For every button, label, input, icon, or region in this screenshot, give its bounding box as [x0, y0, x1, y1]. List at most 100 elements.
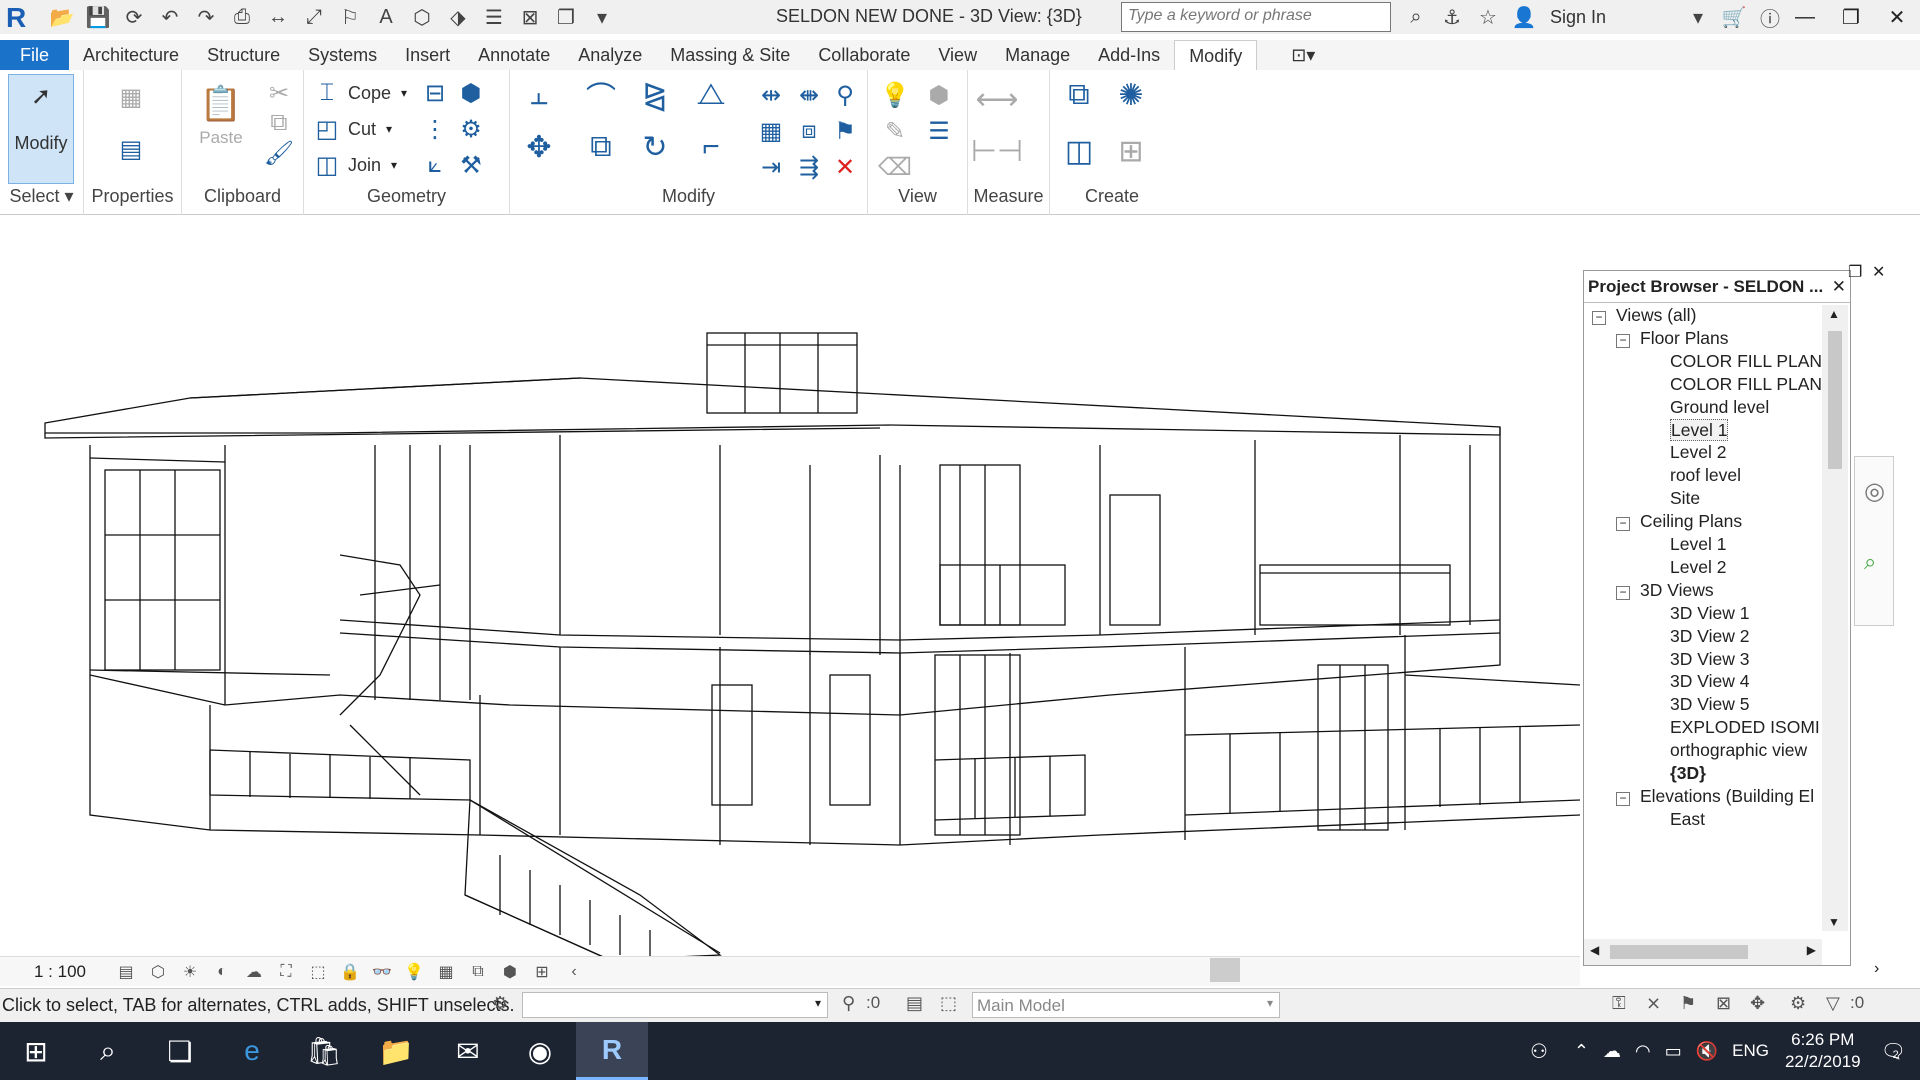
tree-view-node[interactable]: 3D View 3	[1670, 649, 1749, 670]
mirror-axis-icon[interactable]: ⧎	[638, 79, 672, 112]
tree-view-node[interactable]: Site	[1670, 488, 1700, 509]
scroll-thumb[interactable]	[1828, 331, 1842, 469]
move-icon[interactable]: ✥	[522, 131, 556, 164]
subscription-icon[interactable]: ⚓	[1438, 3, 1466, 31]
rotate-icon[interactable]: ↻	[638, 131, 672, 164]
beam-join-icon[interactable]: ⟀	[418, 150, 452, 180]
detail-level-icon[interactable]: ▤	[112, 960, 140, 984]
lock-3d-icon[interactable]: 🔒	[336, 960, 364, 984]
delete-icon[interactable]: ✕	[828, 152, 862, 182]
customize-dropdown-icon[interactable]: ▾	[588, 3, 616, 31]
sun-path-icon[interactable]: ☀	[176, 960, 204, 984]
tab-architecture[interactable]: Architecture	[69, 40, 193, 70]
project-browser-vscrollbar[interactable]: ▲ ▼	[1822, 305, 1848, 931]
close-button[interactable]: ✕	[1874, 0, 1920, 34]
worksharing-display-icon[interactable]: ▦	[432, 960, 460, 984]
building-3d-wireframe[interactable]	[0, 255, 1580, 960]
match-properties-icon[interactable]: 🖌	[262, 138, 296, 168]
battery-icon[interactable]: ▭	[1665, 1041, 1682, 1062]
revit-logo[interactable]: R	[6, 2, 26, 34]
scroll-right-icon[interactable]: ▶	[1807, 943, 1816, 957]
crop-view-icon[interactable]: ⛶	[272, 960, 300, 984]
type-properties-icon[interactable]: ▦	[114, 82, 148, 112]
open-icon[interactable]: 📂	[48, 3, 76, 31]
measure-icon[interactable]: ↔	[264, 3, 292, 31]
file-explorer-icon[interactable]: 📁	[360, 1022, 432, 1080]
tree-view-node[interactable]: Level 1	[1670, 418, 1729, 441]
tray-expand-icon[interactable]: ⌃	[1574, 1041, 1589, 1062]
array-icon[interactable]: ▦	[754, 116, 788, 146]
trim-single-icon[interactable]: ⇥	[754, 152, 788, 182]
section-icon[interactable]: ⬗	[444, 3, 472, 31]
tab-view[interactable]: View	[924, 40, 991, 70]
select-underlay-icon[interactable]: ⨯	[1646, 993, 1661, 1014]
binoculars-icon[interactable]: ⌕	[1402, 3, 1430, 31]
favorites-star-icon[interactable]: ☆	[1474, 3, 1502, 31]
create-assembly-icon[interactable]: ⧉	[1062, 78, 1096, 111]
tree-group-node[interactable]: − Views (all)	[1592, 305, 1696, 326]
aligned-dimension-icon[interactable]: ⊢⊣	[971, 135, 1023, 168]
select-links-icon[interactable]: ⚿	[1612, 993, 1626, 1014]
hscroll-thumb[interactable]	[1610, 945, 1748, 959]
edge-browser-icon[interactable]: e	[216, 1022, 288, 1080]
collapse-node-icon[interactable]: −	[1616, 791, 1630, 806]
cart-icon[interactable]: 🛒	[1720, 3, 1748, 31]
canvas-hscroll-thumb[interactable]	[1210, 958, 1240, 982]
people-icon[interactable]: ⚇	[1530, 1039, 1548, 1064]
paint-icon[interactable]: ⬢	[454, 78, 488, 108]
drawing-canvas[interactable]	[0, 255, 1580, 960]
dimension-icon[interactable]: ⤢	[300, 3, 328, 31]
tree-group-node[interactable]: − Elevations (Building El	[1616, 786, 1814, 807]
task-view-icon[interactable]: ❏	[144, 1022, 216, 1080]
drag-elements-icon[interactable]: ✥	[1750, 993, 1765, 1014]
create-group-icon[interactable]: ⊞	[1114, 135, 1148, 168]
shadows-icon[interactable]: ◐	[208, 960, 236, 984]
copy-element-icon[interactable]: ⧉	[584, 130, 618, 163]
properties-icon[interactable]: ▤	[114, 134, 148, 164]
close-view-icon[interactable]: ✕	[1872, 262, 1885, 282]
collapse-node-icon[interactable]: −	[1616, 585, 1630, 600]
hide-bulb-icon[interactable]: 💡	[878, 80, 912, 110]
tree-view-node[interactable]: 3D View 2	[1670, 626, 1749, 647]
temp-hide-icon[interactable]: 👓	[368, 960, 396, 984]
notifications-icon[interactable]: 🗨 2	[1881, 1039, 1906, 1064]
modify-button[interactable]: ➚ Modify	[8, 74, 74, 184]
tree-view-node[interactable]: Level 2	[1670, 557, 1726, 578]
collapse-node-icon[interactable]: −	[1592, 311, 1606, 325]
tree-view-node[interactable]: COLOR FILL PLAN	[1670, 351, 1822, 372]
exclude-options-icon[interactable]: ⬚	[940, 993, 957, 1014]
show-crop-icon[interactable]: ⬚	[304, 960, 332, 984]
tree-group-node[interactable]: − Ceiling Plans	[1616, 511, 1742, 532]
tree-view-node[interactable]: East	[1670, 809, 1705, 830]
view-scale[interactable]: 1 : 100	[34, 962, 86, 982]
select-panel-label[interactable]: Select ▾	[0, 186, 83, 207]
mirror-draw-icon[interactable]: ⧍	[694, 78, 728, 111]
tree-view-node[interactable]: Level 1	[1670, 534, 1726, 555]
start-windows-icon[interactable]: ⊞	[0, 1022, 72, 1080]
user-icon[interactable]: 👤	[1510, 3, 1538, 31]
mail-icon[interactable]: ✉	[432, 1022, 504, 1080]
background-processes-icon[interactable]: ⚙	[1790, 993, 1806, 1014]
cut-button[interactable]: ◰ Cut ▾	[310, 114, 392, 144]
tab-massing-site[interactable]: Massing & Site	[656, 40, 804, 70]
wifi-icon[interactable]: ◠	[1635, 1041, 1651, 1062]
scroll-down-icon[interactable]: ▼	[1828, 915, 1840, 929]
render-icon[interactable]: ☁	[240, 960, 268, 984]
onedrive-icon[interactable]: ☁	[1603, 1041, 1621, 1062]
collapse-bar-icon[interactable]: ‹	[560, 960, 588, 984]
clock[interactable]: 6:26 PM 22/2/2019	[1785, 1029, 1861, 1073]
hammer-icon[interactable]: ⚒	[454, 150, 488, 180]
design-options-icon[interactable]: ▤	[906, 993, 923, 1014]
steering-wheel-icon[interactable]: ◎	[1864, 477, 1885, 506]
scroll-left-icon[interactable]: ◀	[1590, 943, 1599, 957]
tab-file[interactable]: File	[0, 40, 70, 70]
tab-analyze[interactable]: Analyze	[564, 40, 656, 70]
eraser-icon[interactable]: ⌫	[878, 152, 912, 182]
sync-icon[interactable]: ⟳	[120, 3, 148, 31]
tab-annotate[interactable]: Annotate	[464, 40, 564, 70]
save-icon[interactable]: 💾	[84, 3, 112, 31]
search-icon[interactable]: ⌕	[72, 1022, 144, 1080]
language-indicator[interactable]: ENG	[1732, 1041, 1769, 1061]
override-graphics-icon[interactable]: ⬢	[922, 80, 956, 110]
filter-icon[interactable]: ▽	[1826, 993, 1840, 1014]
